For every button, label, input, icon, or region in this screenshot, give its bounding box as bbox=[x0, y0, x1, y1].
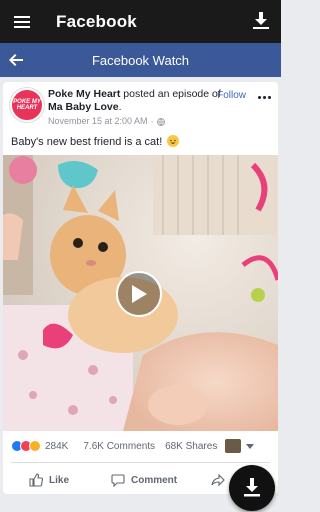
like-label: Like bbox=[49, 474, 70, 486]
post-meta: Poke My Heart posted an episode of Ma Ba… bbox=[48, 88, 223, 128]
share-count[interactable]: 68K Shares bbox=[165, 441, 217, 452]
download-icon[interactable] bbox=[249, 9, 273, 33]
arrow-left-icon[interactable] bbox=[0, 43, 32, 77]
download-fab[interactable] bbox=[229, 465, 275, 511]
show-name[interactable]: Ma Baby Love bbox=[48, 101, 119, 113]
reaction-count[interactable]: 284K bbox=[45, 441, 68, 452]
divider bbox=[11, 462, 270, 463]
action-text: posted an episode of bbox=[120, 88, 221, 100]
post-card: POKE MY HEART Poke My Heart posted an ep… bbox=[3, 82, 278, 494]
post-time-row: November 15 at 2:00 AM · bbox=[48, 115, 223, 128]
reaction-icons[interactable] bbox=[11, 440, 41, 452]
comment-button[interactable]: Comment bbox=[111, 473, 178, 487]
post-stats: 284K 7.6K Comments 68K Shares bbox=[3, 437, 278, 455]
avatar-text: POKE MY HEART bbox=[13, 99, 41, 111]
play-icon[interactable] bbox=[116, 271, 162, 317]
period: . bbox=[118, 101, 122, 113]
post-caption: Baby's new best friend is a cat! bbox=[11, 135, 180, 148]
share-icon bbox=[211, 474, 225, 486]
viewer-avatar[interactable] bbox=[225, 439, 242, 453]
post-header: POKE MY HEART Poke My Heart posted an ep… bbox=[3, 82, 278, 127]
more-horizontal-icon[interactable] bbox=[256, 91, 272, 103]
avatar[interactable]: POKE MY HEART bbox=[10, 88, 44, 122]
comment-count[interactable]: 7.6K Comments bbox=[83, 441, 155, 452]
haha-reaction-icon bbox=[29, 440, 41, 452]
sub-header: Facebook Watch bbox=[0, 43, 281, 77]
app-title: Facebook bbox=[56, 11, 137, 31]
globe-icon bbox=[156, 117, 165, 126]
comment-icon bbox=[111, 473, 125, 487]
app-bar: Facebook bbox=[0, 0, 281, 43]
download-icon bbox=[244, 478, 260, 497]
page-title: Facebook Watch bbox=[91, 52, 190, 68]
video-player[interactable] bbox=[3, 155, 278, 431]
post-time[interactable]: November 15 at 2:00 AM bbox=[48, 115, 148, 128]
chevron-down-icon[interactable] bbox=[246, 443, 255, 449]
smiling-cat-emoji bbox=[167, 135, 180, 147]
comment-label: Comment bbox=[131, 474, 178, 486]
hamburger-icon[interactable] bbox=[0, 0, 44, 43]
dot-separator: · bbox=[150, 116, 154, 126]
author-name[interactable]: Poke My Heart bbox=[48, 88, 120, 100]
follow-link[interactable]: · Follow bbox=[211, 90, 246, 101]
like-button[interactable]: Like bbox=[29, 473, 69, 487]
thumbs-up-icon bbox=[29, 473, 43, 487]
caption-text: Baby's new best friend is a cat! bbox=[11, 136, 163, 148]
